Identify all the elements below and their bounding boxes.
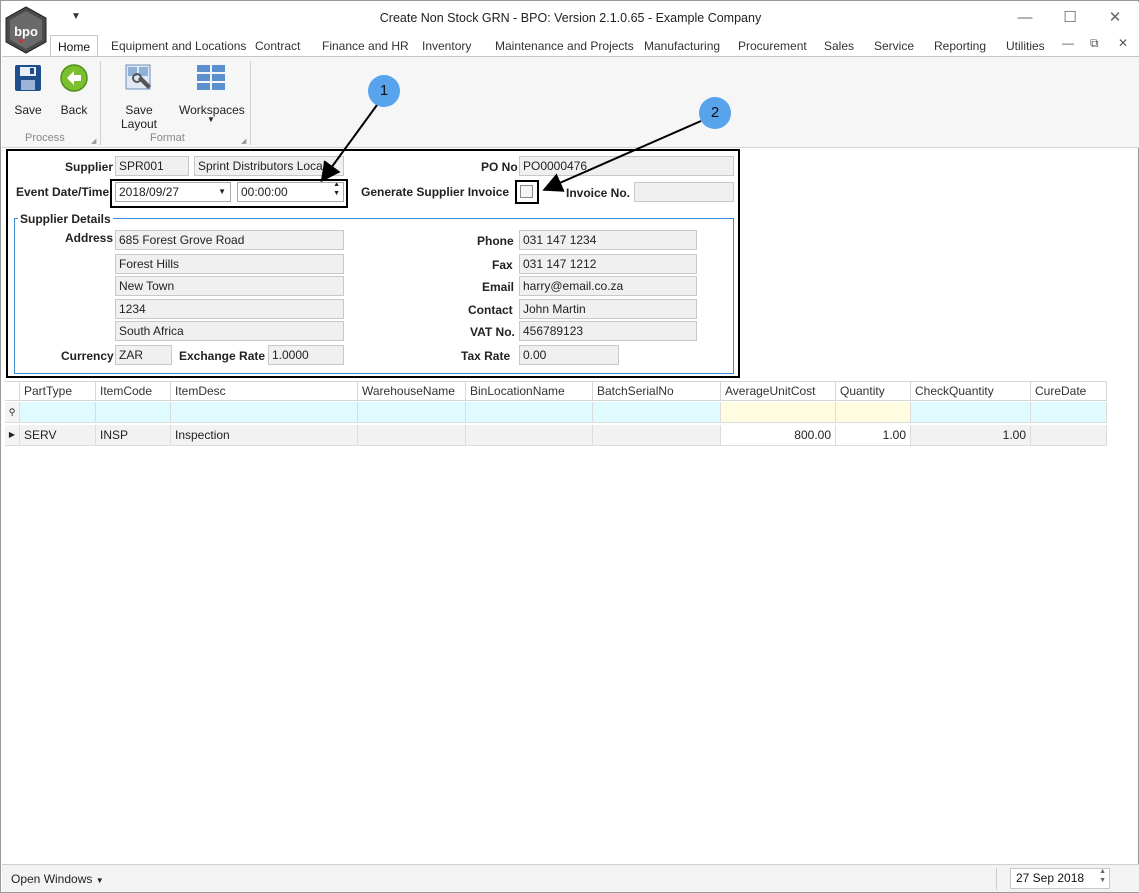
status-date-field[interactable]: 27 Sep 2018 ▲ ▼ bbox=[1010, 868, 1110, 889]
app-window: ▼ Create Non Stock GRN - BPO: Version 2.… bbox=[0, 0, 1139, 893]
filter-cell[interactable] bbox=[1031, 402, 1107, 423]
column-header[interactable]: CheckQuantity bbox=[911, 381, 1031, 401]
column-header[interactable]: AverageUnitCost bbox=[721, 381, 836, 401]
title-bar: ▼ Create Non Stock GRN - BPO: Version 2.… bbox=[2, 2, 1139, 35]
filter-cell[interactable] bbox=[96, 402, 171, 423]
tab-equipment-and-locations[interactable]: Equipment and Locations bbox=[111, 35, 246, 57]
cell-batchserialno[interactable] bbox=[593, 425, 721, 446]
column-header[interactable]: WarehouseName bbox=[358, 381, 466, 401]
group-format-label: Format bbox=[150, 132, 185, 144]
filter-cell[interactable] bbox=[911, 402, 1031, 423]
cell-averageunitcost[interactable]: 800.00 bbox=[721, 425, 836, 446]
workspaces-button[interactable]: Workspaces ▼ bbox=[179, 63, 245, 124]
save-layout-button[interactable]: Save Layout bbox=[106, 63, 172, 131]
highlight-box-header bbox=[6, 149, 740, 378]
open-windows-button[interactable]: Open Windows ▼ bbox=[11, 872, 104, 886]
cell-itemdesc[interactable]: Inspection bbox=[171, 425, 358, 446]
group-separator bbox=[100, 61, 101, 145]
callout-2-badge: 2 bbox=[699, 97, 731, 129]
cell-curedate[interactable] bbox=[1031, 425, 1107, 446]
workspaces-grid-icon bbox=[197, 65, 225, 90]
save-layout-label: Save Layout bbox=[120, 103, 158, 131]
tab-service[interactable]: Service bbox=[874, 35, 914, 57]
column-header[interactable]: ItemCode bbox=[96, 381, 171, 401]
filter-cell[interactable] bbox=[593, 402, 721, 423]
tab-utilities[interactable]: Utilities bbox=[1006, 35, 1045, 57]
cell-quantity[interactable]: 1.00 bbox=[836, 425, 911, 446]
tab-finance-and-hr[interactable]: Finance and HR bbox=[322, 35, 409, 57]
filter-cell[interactable] bbox=[358, 402, 466, 423]
ribbon: Save Back Process ◢ Save Layout Workspac… bbox=[2, 56, 1139, 148]
tab-manufacturing[interactable]: Manufacturing bbox=[644, 35, 720, 57]
floppy-disk-icon bbox=[15, 65, 41, 91]
filter-cell[interactable] bbox=[466, 402, 593, 423]
app-logo[interactable]: bpo bbox=[4, 6, 48, 54]
filter-cell[interactable] bbox=[836, 402, 911, 423]
filter-pin-icon: ⚲ bbox=[5, 402, 20, 423]
window-title: Create Non Stock GRN - BPO: Version 2.1.… bbox=[379, 11, 762, 25]
filter-cell[interactable] bbox=[721, 402, 836, 423]
mdi-minimize-icon[interactable]: — bbox=[1062, 36, 1074, 50]
column-header[interactable]: Quantity bbox=[836, 381, 911, 401]
layout-wrench-icon bbox=[125, 64, 151, 90]
tab-procurement[interactable]: Procurement bbox=[738, 35, 807, 57]
mdi-close-icon[interactable]: ✕ bbox=[1118, 36, 1128, 50]
tab-maintenance-and-projects[interactable]: Maintenance and Projects bbox=[495, 35, 634, 57]
open-windows-label: Open Windows bbox=[11, 872, 93, 886]
date-spin-icon[interactable]: ▲ ▼ bbox=[1099, 867, 1106, 885]
status-separator bbox=[996, 868, 997, 890]
mdi-restore-icon[interactable]: ⧉ bbox=[1090, 36, 1099, 51]
svg-text:bpo: bpo bbox=[14, 24, 38, 39]
group-process-label: Process bbox=[25, 132, 65, 144]
column-header[interactable]: CureDate bbox=[1031, 381, 1107, 401]
cell-checkquantity[interactable]: 1.00 bbox=[911, 425, 1031, 446]
row-indicator-icon: ▶ bbox=[5, 425, 20, 446]
minimize-icon[interactable]: — bbox=[1010, 7, 1040, 29]
tab-reporting[interactable]: Reporting bbox=[934, 35, 986, 57]
tab-home[interactable]: Home bbox=[50, 35, 98, 58]
cell-warehousename[interactable] bbox=[358, 425, 466, 446]
column-header[interactable]: BinLocationName bbox=[466, 381, 593, 401]
filter-cell[interactable] bbox=[171, 402, 358, 423]
back-button[interactable]: Back bbox=[56, 63, 92, 117]
status-bar: Open Windows ▼ 27 Sep 2018 ▲ ▼ bbox=[2, 864, 1139, 892]
cell-binlocationname[interactable] bbox=[466, 425, 593, 446]
back-arrow-icon bbox=[60, 64, 88, 92]
filter-cell[interactable] bbox=[20, 402, 96, 423]
group-launcher-icon[interactable]: ◢ bbox=[241, 137, 246, 145]
save-button[interactable]: Save bbox=[10, 63, 46, 117]
cell-parttype[interactable]: SERV bbox=[20, 425, 96, 446]
column-header[interactable]: ItemDesc bbox=[171, 381, 358, 401]
back-label: Back bbox=[60, 103, 88, 117]
tab-sales[interactable]: Sales bbox=[824, 35, 854, 57]
column-header[interactable]: PartType bbox=[20, 381, 96, 401]
save-label: Save bbox=[14, 103, 42, 117]
callout-1-badge: 1 bbox=[368, 75, 400, 107]
ribbon-tabs: Home Equipment and Locations Contract Fi… bbox=[2, 35, 1139, 58]
tab-inventory[interactable]: Inventory bbox=[422, 35, 471, 57]
status-date-value: 27 Sep 2018 bbox=[1016, 871, 1085, 885]
maximize-icon[interactable]: ☐ bbox=[1055, 7, 1085, 29]
group-launcher-icon[interactable]: ◢ bbox=[91, 137, 96, 145]
cell-itemcode[interactable]: INSP bbox=[96, 425, 171, 446]
close-icon[interactable]: ✕ bbox=[1100, 7, 1130, 29]
group-separator bbox=[250, 61, 251, 145]
row-indicator-header bbox=[5, 381, 20, 401]
open-windows-dropdown-icon: ▼ bbox=[95, 876, 104, 885]
column-header[interactable]: BatchSerialNo bbox=[593, 381, 721, 401]
tab-contract[interactable]: Contract bbox=[255, 35, 300, 57]
